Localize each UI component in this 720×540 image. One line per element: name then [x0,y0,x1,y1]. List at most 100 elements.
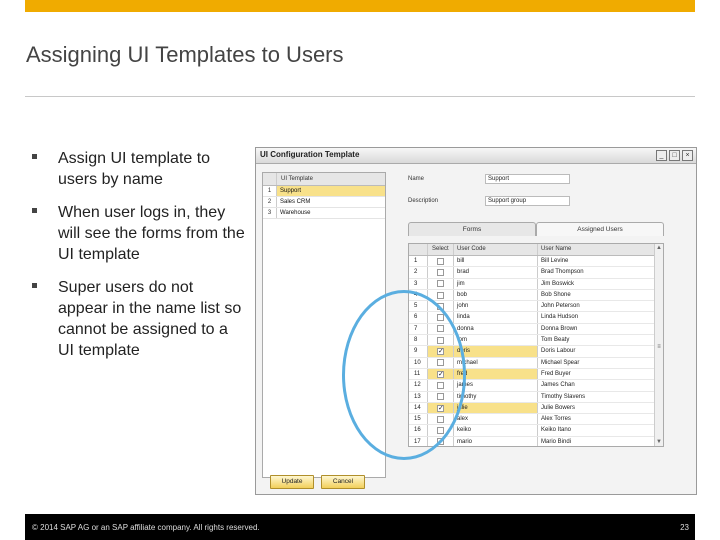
user-code-cell[interactable]: michael [454,357,538,368]
bullet-marker [32,283,37,288]
close-button[interactable]: × [682,150,693,161]
table-row[interactable]: 13 timothy Timothy Slavens [409,391,663,403]
table-row[interactable]: 11 ✓ fred Fred Buyer [409,368,663,381]
user-code-cell[interactable]: doris [454,346,538,357]
user-code-cell[interactable]: john [454,301,538,312]
table-row[interactable]: 16 keiko Keiko Itano [409,425,663,437]
user-name-cell[interactable]: John Peterson [538,301,663,311]
user-name-cell[interactable]: Bill Levine [538,256,663,266]
select-checkbox[interactable] [437,427,444,435]
assigned-users-grid: Select User Code User Name 1 bill Bill Lev… [408,243,664,447]
user-name-cell[interactable]: Fred Buyer [538,369,663,379]
template-name[interactable]: Warehouse [277,208,385,218]
description-input[interactable]: Support group [485,196,570,206]
select-checkbox[interactable] [437,336,444,344]
user-code-cell[interactable]: tom [454,335,538,346]
select-checkbox[interactable] [437,291,444,299]
table-row[interactable]: 12 james James Chan [409,380,663,392]
name-input[interactable]: Support [485,174,570,184]
user-name-cell[interactable]: Bob Shone [538,290,663,300]
select-checkbox[interactable]: ✓ [437,348,444,356]
user-code-cell[interactable]: mario [454,436,538,446]
user-code-cell[interactable]: brad [454,267,538,278]
users-grid-scrollbar[interactable]: ▲ ≡ ▼ [654,244,663,446]
tab-forms[interactable]: Forms [408,222,536,236]
select-checkbox[interactable] [437,325,444,333]
user-name-cell[interactable]: James Chan [538,380,663,390]
user-name-cell[interactable]: Julie Bowers [538,403,663,413]
user-code-cell[interactable]: fred [454,368,538,380]
user-name-cell[interactable]: Brad Thompson [538,267,663,277]
table-row[interactable]: 9 ✓ doris Doris Labour [409,346,663,358]
cancel-button[interactable]: Cancel [321,475,365,489]
user-name-cell[interactable]: Timothy Slavens [538,392,663,402]
window-titlebar[interactable]: UI Configuration Template _ □ × [256,148,696,164]
user-name-cell[interactable]: Tom Beaty [538,335,663,345]
user-name-cell[interactable]: Jim Boswick [538,279,663,289]
select-checkbox[interactable] [437,438,444,446]
select-column-header[interactable]: Select [428,244,454,255]
template-row[interactable]: 2 Sales CRM [263,197,385,208]
user-name-cell[interactable]: Keiko Itano [538,425,663,435]
scroll-down-icon[interactable]: ▼ [656,439,662,445]
table-row[interactable]: 2 brad Brad Thompson [409,267,663,279]
table-row[interactable]: 7 donna Donna Brown [409,323,663,336]
template-name[interactable]: Support [277,186,385,196]
slide-footer: © 2014 SAP AG or an SAP affiliate compan… [25,514,695,540]
user-code-cell[interactable]: keiko [454,425,538,436]
scroll-grip-icon[interactable]: ≡ [656,344,662,350]
update-button[interactable]: Update [270,475,314,489]
user-code-cell[interactable]: bob [454,289,538,301]
select-cell [428,425,454,436]
user-code-cell[interactable]: alex [454,414,538,425]
select-checkbox[interactable] [437,415,444,423]
select-checkbox[interactable] [437,381,444,389]
table-row[interactable]: 4 bob Bob Shone [409,289,663,302]
user-code-cell[interactable]: timothy [454,391,538,402]
scroll-up-icon[interactable]: ▲ [656,245,662,251]
user-code-cell[interactable]: jim [454,278,538,289]
row-number: 8 [409,335,428,346]
select-checkbox[interactable] [437,314,444,322]
bullet-text: Assign UI template to users by name [58,150,211,188]
select-checkbox[interactable] [437,268,444,276]
select-checkbox[interactable] [437,393,444,401]
minimize-button[interactable]: _ [656,150,667,161]
select-checkbox[interactable] [437,280,444,288]
user-code-cell[interactable]: donna [454,323,538,335]
select-checkbox[interactable]: ✓ [437,404,444,412]
user-code-cell[interactable]: julie [454,402,538,414]
table-row[interactable]: 5 john John Peterson [409,301,663,313]
table-row[interactable]: 8 tom Tom Beaty [409,335,663,347]
table-row[interactable]: 17 mario Mario Bindi [409,436,663,446]
select-checkbox[interactable] [437,302,444,310]
user-name-cell[interactable]: Linda Hudson [538,312,663,322]
user-code-cell[interactable]: bill [454,256,538,267]
select-checkbox[interactable] [437,359,444,367]
table-row[interactable]: 15 alex Alex Torres [409,414,663,426]
template-row[interactable]: 3 Warehouse [263,208,385,219]
template-row[interactable]: 1 Support [263,186,385,197]
user-code-column-header[interactable]: User Code [454,244,538,255]
maximize-button[interactable]: □ [669,150,680,161]
user-name-cell[interactable]: Donna Brown [538,324,663,334]
user-code-cell[interactable]: linda [454,312,538,323]
template-column-header[interactable]: UI Template [277,173,317,185]
table-row[interactable]: 14 ✓ julie Julie Bowers [409,402,663,415]
user-name-cell[interactable]: Mario Bindi [538,437,663,446]
user-name-cell[interactable]: Michael Spear [538,358,663,368]
table-row[interactable]: 6 linda Linda Hudson [409,312,663,324]
select-checkbox[interactable]: ✓ [437,370,444,378]
user-name-column-header[interactable]: User Name [538,244,663,255]
table-row[interactable]: 10 michael Michael Spear [409,357,663,369]
select-checkbox[interactable] [437,257,444,265]
select-cell [428,335,454,346]
template-name[interactable]: Sales CRM [277,197,385,207]
tab-assigned-users[interactable]: Assigned Users [536,222,664,236]
user-name-cell[interactable]: Doris Labour [538,346,663,356]
bullet-marker [32,208,37,213]
table-row[interactable]: 3 jim Jim Boswick [409,278,663,290]
user-code-cell[interactable]: james [454,380,538,391]
table-row[interactable]: 1 bill Bill Levine [409,256,663,268]
user-name-cell[interactable]: Alex Torres [538,414,663,424]
